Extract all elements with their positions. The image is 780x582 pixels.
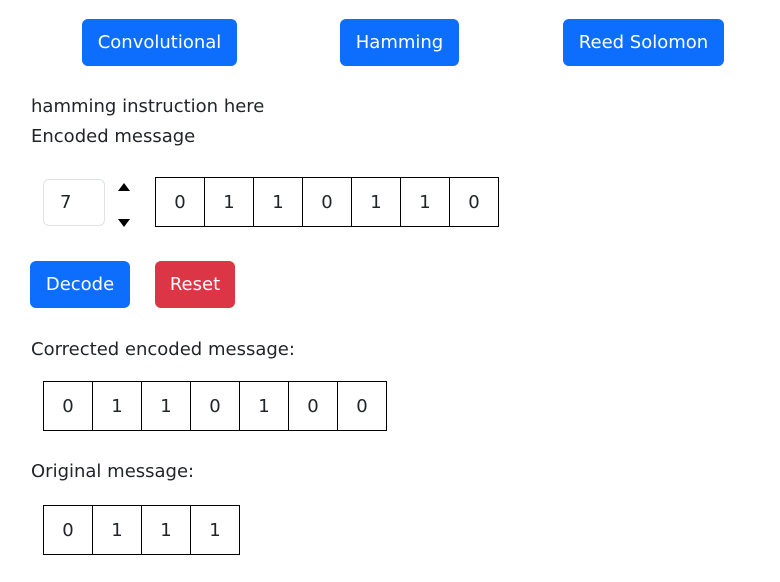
encoded-bits: 0 1 1 0 1 1 0 [155,177,499,227]
original-bit-cell: 0 [43,505,93,555]
encoded-message-label: Encoded message [31,126,196,147]
encoded-bit-cell[interactable]: 1 [351,177,401,227]
decode-button[interactable]: Decode [30,261,130,308]
encoded-bit-cell[interactable]: 1 [400,177,450,227]
encoded-bit-cell[interactable]: 1 [204,177,254,227]
encoded-bit-cell[interactable]: 0 [302,177,352,227]
hamming-page: Convolutional Hamming Reed Solomon hammi… [0,0,780,582]
corrected-bit-cell: 1 [239,381,289,431]
original-bit-cell: 1 [190,505,240,555]
corrected-bit-cell: 0 [190,381,240,431]
original-message-label: Original message: [31,461,195,482]
original-bit-cell: 1 [92,505,142,555]
corrected-bits: 0 1 1 0 1 0 0 [43,381,387,431]
reed-solomon-button[interactable]: Reed Solomon [563,19,724,66]
original-bits: 0 1 1 1 [43,505,240,555]
message-length-value: 7 [60,192,72,213]
hamming-button[interactable]: Hamming [340,19,459,66]
encoded-bit-cell[interactable]: 1 [253,177,303,227]
corrected-bit-cell: 1 [92,381,142,431]
encoded-bit-cell[interactable]: 0 [449,177,499,227]
reset-button[interactable]: Reset [155,261,235,308]
corrected-message-label: Corrected encoded message: [31,339,295,360]
convolutional-button[interactable]: Convolutional [82,19,237,66]
encoded-bit-cell[interactable]: 0 [155,177,205,227]
triangle-down-icon[interactable] [116,218,132,228]
instruction-text: hamming instruction here [31,96,265,117]
message-length-input[interactable]: 7 [43,179,105,226]
corrected-bit-cell: 1 [141,381,191,431]
corrected-bit-cell: 0 [337,381,387,431]
corrected-bit-cell: 0 [288,381,338,431]
triangle-up-icon[interactable] [116,182,132,192]
corrected-bit-cell: 0 [43,381,93,431]
original-bit-cell: 1 [141,505,191,555]
